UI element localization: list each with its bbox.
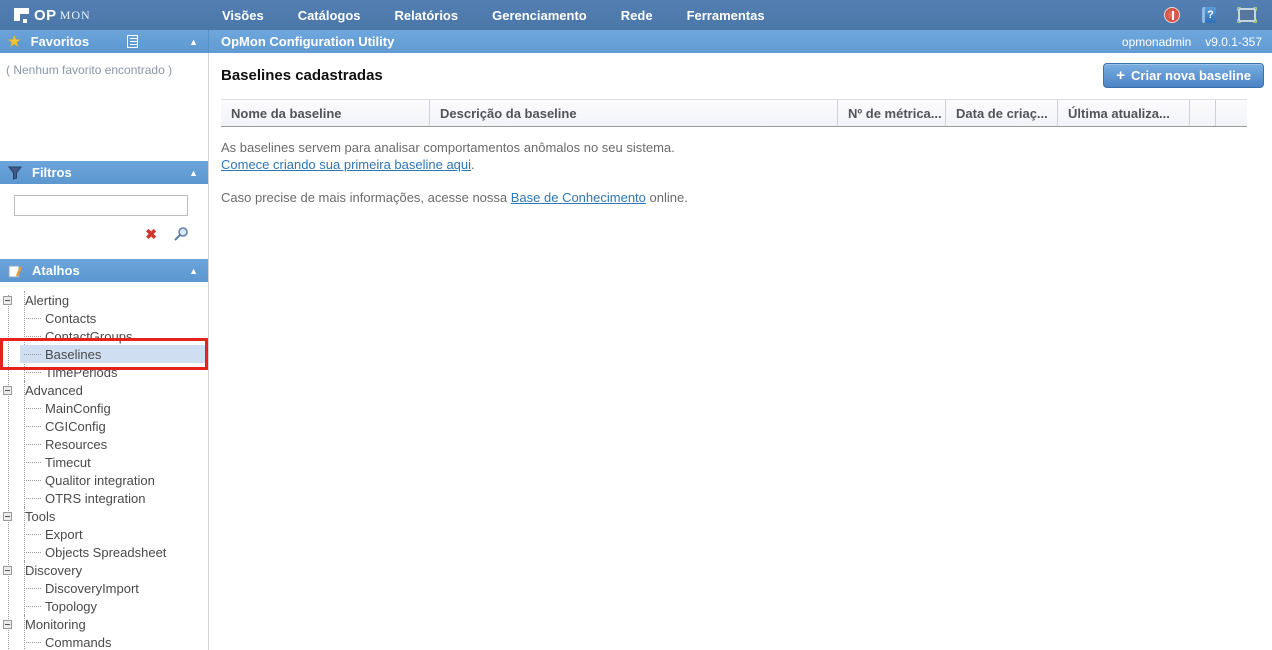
tree-item-timeperiods[interactable]: TimePeriods — [20, 363, 208, 381]
filters-panel-header[interactable]: Filtros ▲ — [0, 161, 208, 184]
shortcuts-title: Atalhos — [32, 263, 80, 278]
plus-icon: + — [1116, 67, 1125, 84]
empty-state-text: As baselines servem para analisar compor… — [221, 139, 1264, 173]
help-icon[interactable]: ? — [1202, 7, 1216, 23]
tree-item-cgiconfig[interactable]: CGIConfig — [20, 417, 208, 435]
knowledge-base-link[interactable]: Base de Conhecimento — [511, 190, 646, 205]
create-baseline-button[interactable]: + Criar nova baseline — [1103, 63, 1264, 88]
filter-input[interactable] — [14, 195, 188, 216]
create-first-baseline-link[interactable]: Comece criando sua primeira baseline aqu… — [221, 157, 471, 172]
logout-icon[interactable] — [1164, 7, 1180, 23]
tree-item-export[interactable]: Export — [20, 525, 208, 543]
tree-item-contactgroups[interactable]: ContactGroups — [20, 327, 208, 345]
tree-item-baselines[interactable]: Baselines — [20, 345, 205, 363]
collapse-favorites-icon[interactable]: ▲ — [189, 37, 198, 47]
nav-visoes[interactable]: Visões — [222, 8, 264, 23]
opmon-logo-icon — [14, 8, 29, 23]
tree-item-contacts[interactable]: Contacts — [20, 309, 208, 327]
column-header-data-criacao[interactable]: Data de criaç... — [945, 100, 1057, 126]
collapse-filters-icon[interactable]: ▲ — [189, 168, 198, 178]
tree-item-resources[interactable]: Resources — [20, 435, 208, 453]
collapse-node-icon[interactable] — [3, 512, 12, 521]
nav-rede[interactable]: Rede — [621, 8, 653, 23]
tree-item-timecut[interactable]: Timecut — [20, 453, 208, 471]
page-title: Baselines cadastradas — [221, 63, 383, 84]
favorites-panel-header[interactable]: ★ Favoritos ▲ — [0, 30, 209, 53]
column-header-nome[interactable]: Nome da baseline — [221, 100, 429, 126]
baselines-table-header: Nome da baseline Descrição da baseline N… — [221, 99, 1247, 127]
search-icon[interactable] — [173, 226, 189, 242]
column-header-empty-1 — [1189, 100, 1215, 126]
clear-filter-icon[interactable]: ✖ — [145, 227, 157, 241]
tree-item-commands[interactable]: Commands — [20, 633, 208, 650]
funnel-icon — [8, 166, 22, 180]
tree-item-mainconfig[interactable]: MainConfig — [20, 399, 208, 417]
collapse-shortcuts-icon[interactable]: ▲ — [189, 266, 198, 276]
nav-catalogos[interactable]: Catálogos — [298, 8, 361, 23]
column-header-ultima-atualizacao[interactable]: Última atualiza... — [1057, 100, 1189, 126]
favorites-empty-message: ( Nenhum favorito encontrado ) — [0, 53, 208, 77]
top-menu-bar: OP MON Visões Catálogos Relatórios Geren… — [0, 0, 1272, 30]
app-title: OpMon Configuration Utility — [221, 34, 394, 49]
main-nav: Visões Catálogos Relatórios Gerenciament… — [222, 8, 765, 23]
tree-item-qualitor-integration[interactable]: Qualitor integration — [20, 471, 208, 489]
nav-relatorios[interactable]: Relatórios — [395, 8, 459, 23]
app-version: v9.0.1-357 — [1205, 35, 1262, 49]
collapse-node-icon[interactable] — [3, 386, 12, 395]
collapse-node-icon[interactable] — [3, 296, 12, 305]
column-header-descricao[interactable]: Descrição da baseline — [429, 100, 837, 126]
shortcuts-tree: Alerting Contacts ContactGroups Baseline… — [0, 291, 208, 650]
tree-item-objects-spreadsheet[interactable]: Objects Spreadsheet — [20, 543, 208, 561]
nav-gerenciamento[interactable]: Gerenciamento — [492, 8, 587, 23]
list-icon[interactable] — [127, 35, 138, 48]
tree-node-advanced[interactable]: Advanced — [0, 381, 208, 399]
tree-item-otrs-integration[interactable]: OTRS integration — [20, 489, 208, 507]
logo-text-light: MON — [60, 8, 91, 23]
tree-item-topology[interactable]: Topology — [20, 597, 208, 615]
favorites-title: Favoritos — [31, 34, 90, 49]
tree-node-tools[interactable]: Tools — [0, 507, 208, 525]
filters-title: Filtros — [32, 165, 72, 180]
tree-node-alerting[interactable]: Alerting — [0, 291, 208, 309]
app-subheader: OpMon Configuration Utility opmonadmin v… — [209, 30, 1272, 53]
sidebar: ( Nenhum favorito encontrado ) Filtros ▲… — [0, 53, 209, 650]
topbar-icons: ? — [1164, 7, 1272, 23]
nav-ferramentas[interactable]: Ferramentas — [687, 8, 765, 23]
star-icon: ★ — [8, 33, 21, 50]
column-header-metricas[interactable]: Nº de métrica... — [837, 100, 945, 126]
shortcuts-panel-header[interactable]: Atalhos ▲ — [0, 259, 208, 282]
logo-text-bold: OP — [34, 7, 57, 24]
logged-user: opmonadmin — [1122, 35, 1191, 49]
fullscreen-icon[interactable] — [1238, 8, 1256, 22]
filter-actions: ✖ — [0, 216, 208, 242]
collapse-node-icon[interactable] — [3, 566, 12, 575]
column-header-empty-2 — [1215, 100, 1247, 126]
knowledge-base-text: Caso precise de mais informações, acesse… — [221, 189, 1264, 206]
opmon-logo[interactable]: OP MON — [0, 7, 210, 24]
tree-item-discoveryimport[interactable]: DiscoveryImport — [20, 579, 208, 597]
tree-node-discovery[interactable]: Discovery — [0, 561, 208, 579]
edit-notes-icon — [8, 264, 22, 278]
collapse-node-icon[interactable] — [3, 620, 12, 629]
main-content: Baselines cadastradas + Criar nova basel… — [209, 53, 1272, 650]
tree-node-monitoring[interactable]: Monitoring — [0, 615, 208, 633]
